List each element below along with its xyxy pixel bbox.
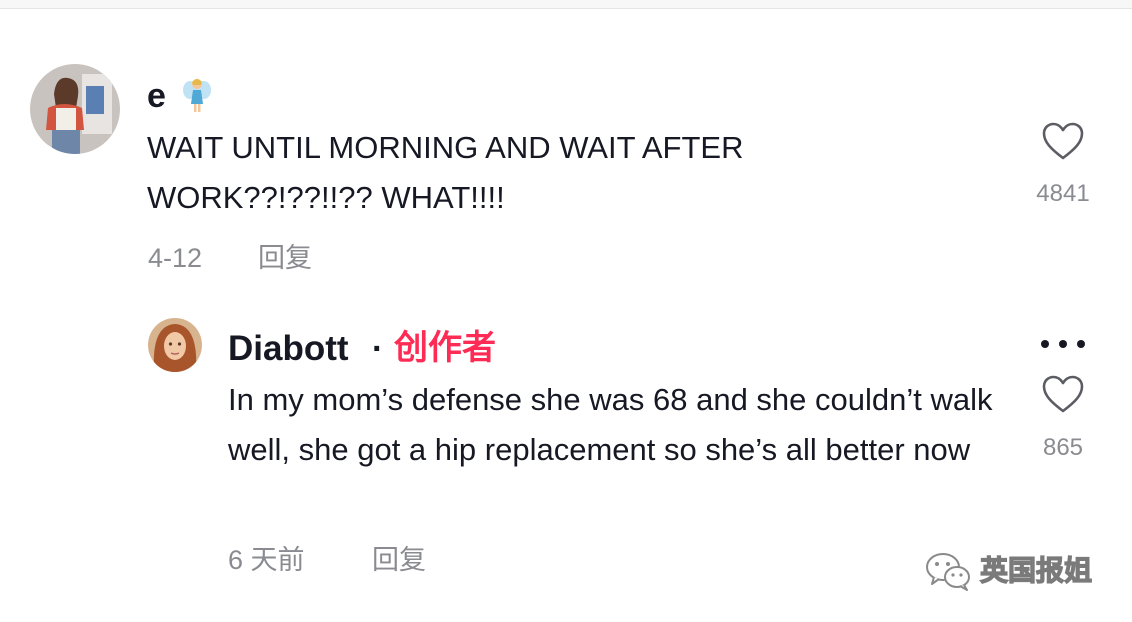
username[interactable]: e bbox=[147, 76, 166, 116]
separator-dot: · bbox=[372, 330, 384, 368]
top-divider bbox=[0, 0, 1132, 9]
like-count: 4841 bbox=[1036, 180, 1090, 207]
comment-text: In my mom’s defense she was 68 and she c… bbox=[228, 382, 993, 467]
heart-outline-icon[interactable] bbox=[1041, 374, 1085, 414]
watermark: 英国报姐 bbox=[924, 548, 1093, 594]
heart-outline-icon[interactable] bbox=[1041, 121, 1085, 161]
reply-button[interactable]: 回复 bbox=[372, 544, 426, 576]
like-count: 865 bbox=[1042, 434, 1084, 461]
username[interactable]: Diabott bbox=[228, 329, 349, 369]
avatar[interactable] bbox=[30, 64, 120, 154]
comment-date: 6 天前 bbox=[228, 545, 305, 575]
avatar[interactable] bbox=[148, 318, 202, 372]
comment-text: WAIT UNTIL MORNING AND WAIT AFTER WORK??… bbox=[147, 130, 744, 215]
wechat-icon bbox=[924, 550, 972, 592]
comment-thread: e WAIT UNTIL MORNING AND WAIT AFTER WORK… bbox=[0, 0, 1132, 622]
reply-button[interactable]: 回复 bbox=[258, 242, 312, 274]
more-dots-icon[interactable] bbox=[1036, 334, 1090, 354]
fairy-emoji-icon bbox=[182, 76, 212, 114]
comment-date: 4-12 bbox=[148, 243, 203, 273]
watermark-text: 英国报姐 bbox=[979, 554, 1093, 586]
creator-badge: 创作者 bbox=[394, 329, 496, 367]
